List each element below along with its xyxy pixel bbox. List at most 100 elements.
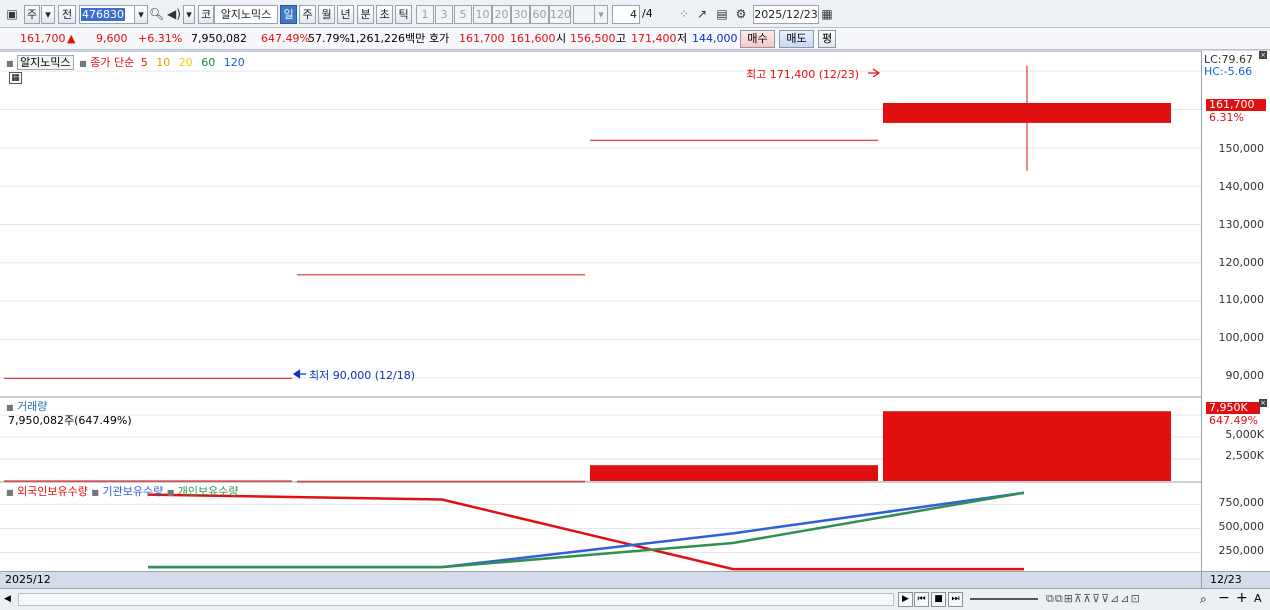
- turnover-percent: 57.79%: [308, 32, 350, 45]
- price-legend-stock[interactable]: 알지노믹스: [17, 55, 74, 70]
- rewind-icon[interactable]: ⏮: [914, 592, 929, 607]
- scroll-track[interactable]: [18, 593, 894, 606]
- fast-forward-icon[interactable]: ⏭: [948, 592, 963, 607]
- current-price-tag: 161,700: [1206, 99, 1266, 111]
- interval-day[interactable]: 일: [280, 5, 297, 24]
- window-icon[interactable]: ▣: [4, 5, 20, 24]
- zoom-in-icon[interactable]: +: [1236, 590, 1248, 606]
- price-legend: ■ 알지노믹스 ■ 종가 단순 5 10 20 60 120: [6, 54, 245, 70]
- page-input[interactable]: 4: [612, 5, 640, 24]
- evaluate-button[interactable]: 평: [818, 30, 836, 48]
- volume-bar: [590, 465, 878, 481]
- interval-minute[interactable]: 분: [357, 5, 374, 24]
- legend-foreign[interactable]: 외국인보유수량: [17, 485, 88, 498]
- count-1[interactable]: 1: [416, 5, 434, 24]
- date-axis-divider: [1201, 572, 1202, 589]
- zoom-out-icon[interactable]: −: [1218, 590, 1230, 606]
- count-10[interactable]: 10: [473, 5, 492, 24]
- count-60[interactable]: 60: [530, 5, 549, 24]
- speaker-dropdown-icon[interactable]: ▾: [183, 5, 195, 24]
- legend-individual[interactable]: 개인보유수량: [178, 485, 239, 498]
- date-axis-right: 12/23: [1210, 573, 1242, 586]
- date-axis: 2025/12 12/23: [0, 571, 1270, 589]
- scroll-left-icon[interactable]: ◀: [4, 594, 11, 604]
- volume-info: 7,950,082주(647.49%): [8, 414, 132, 427]
- price-change: 9,600: [96, 32, 128, 45]
- scroll-bar[interactable]: ◀ ▶ ⏮ ■ ⏭ ⧉⧉⊞⊼⊼⊽⊽⊿⊿⊡ ⌕ − + A: [0, 588, 1270, 610]
- legend-box-icon: ■: [6, 403, 14, 412]
- interval-tick[interactable]: 틱: [395, 5, 412, 24]
- table-toggle-icon[interactable]: ▦: [9, 72, 22, 84]
- period-button[interactable]: 주: [24, 5, 40, 24]
- ma-label[interactable]: 종가 단순: [90, 56, 134, 69]
- volume-bar: [883, 411, 1171, 481]
- gear-icon[interactable]: ⚙: [733, 5, 749, 24]
- y-label-750000: 750,000: [1218, 496, 1265, 509]
- chevron-down-icon[interactable]: ▾: [41, 5, 55, 24]
- ma-60: 60: [201, 56, 216, 69]
- legend-box-icon: ■: [79, 59, 87, 68]
- interval-second[interactable]: 초: [376, 5, 393, 24]
- ma-5: 5: [140, 56, 148, 69]
- count-20[interactable]: 20: [492, 5, 511, 24]
- search-zoom-icon[interactable]: ⌕: [1200, 592, 1207, 607]
- ma-20: 20: [178, 56, 193, 69]
- y-label-100000: 100,000: [1218, 331, 1265, 344]
- ma-120: 120: [223, 56, 245, 69]
- y-label-250000: 250,000: [1218, 544, 1265, 557]
- search-icon[interactable]: 🔍︎: [149, 5, 164, 24]
- y-label-110000: 110,000: [1218, 293, 1265, 306]
- low-arrow-icon: [292, 369, 306, 379]
- count-30[interactable]: 30: [511, 5, 530, 24]
- legend-box-icon: ■: [166, 488, 175, 497]
- sell-button[interactable]: 매도: [779, 30, 814, 48]
- stock-name-field[interactable]: 알지노믹스: [214, 5, 278, 24]
- bid-price: 161,600: [510, 32, 556, 45]
- holdings-legend: ■ 외국인보유수량 ■ 기관보유수량 ■ 개인보유수량: [6, 483, 239, 499]
- date-input[interactable]: 2025/12/23: [753, 5, 819, 24]
- y-label-500000: 500,000: [1218, 520, 1265, 533]
- interval-week[interactable]: 주: [299, 5, 316, 24]
- interval-month[interactable]: 월: [318, 5, 335, 24]
- buy-button[interactable]: 매수: [740, 30, 775, 48]
- legend-box-icon: ■: [6, 59, 14, 68]
- candle-body: [590, 139, 878, 141]
- candle-body: [297, 274, 585, 276]
- stock-code-input[interactable]: 476830: [79, 5, 135, 24]
- low-note: 최저 90,000 (12/18): [309, 369, 416, 382]
- high-label: 고: [616, 32, 627, 45]
- legend-box-icon: ■: [6, 488, 14, 497]
- volume-series: [4, 411, 1171, 483]
- font-size-icon[interactable]: A: [1254, 592, 1262, 605]
- price-series: [4, 65, 1171, 379]
- speaker-icon[interactable]: ◀): [166, 5, 182, 24]
- date-axis-left: 2025/12: [5, 573, 51, 586]
- calendar-icon[interactable]: ▦: [819, 5, 835, 24]
- code-dropdown-icon[interactable]: ▾: [134, 5, 148, 24]
- legend-institution[interactable]: 기관보유수량: [102, 485, 163, 498]
- ma-10: 10: [156, 56, 171, 69]
- close-icon[interactable]: ×: [1259, 51, 1267, 59]
- count-5[interactable]: 5: [454, 5, 472, 24]
- prev-button[interactable]: 전: [58, 5, 76, 24]
- count-select-chevron-icon[interactable]: ▾: [594, 5, 608, 24]
- compare-icon[interactable]: ⁘: [676, 5, 692, 24]
- drawing-tools-icon[interactable]: ⧉⧉⊞⊼⊼⊽⊽⊿⊿⊡: [1046, 592, 1141, 606]
- interval-year[interactable]: 년: [337, 5, 354, 24]
- count-3[interactable]: 3: [435, 5, 453, 24]
- stop-icon[interactable]: ■: [931, 592, 946, 607]
- high-arrow-icon: [868, 68, 881, 78]
- zoom-slider[interactable]: [970, 598, 1038, 600]
- quote-bar: 161,700 ▲ 9,600 +6.31% 7,950,082 647.49%…: [0, 28, 1270, 50]
- play-icon[interactable]: ▶: [898, 592, 913, 607]
- y-label-130000: 130,000: [1218, 218, 1265, 231]
- candle-body: [883, 102, 1171, 123]
- low-price: 144,000: [692, 32, 738, 45]
- volume-current-pct: 647.49%: [1209, 414, 1258, 427]
- y-label-5000k: 5,000K: [1225, 428, 1264, 441]
- count-120[interactable]: 120: [549, 5, 571, 24]
- save-icon[interactable]: ▤: [714, 5, 730, 24]
- draw-tool-icon[interactable]: ↗: [694, 5, 710, 24]
- close-icon[interactable]: ×: [1259, 399, 1267, 407]
- y-label-90000: 90,000: [1225, 369, 1265, 382]
